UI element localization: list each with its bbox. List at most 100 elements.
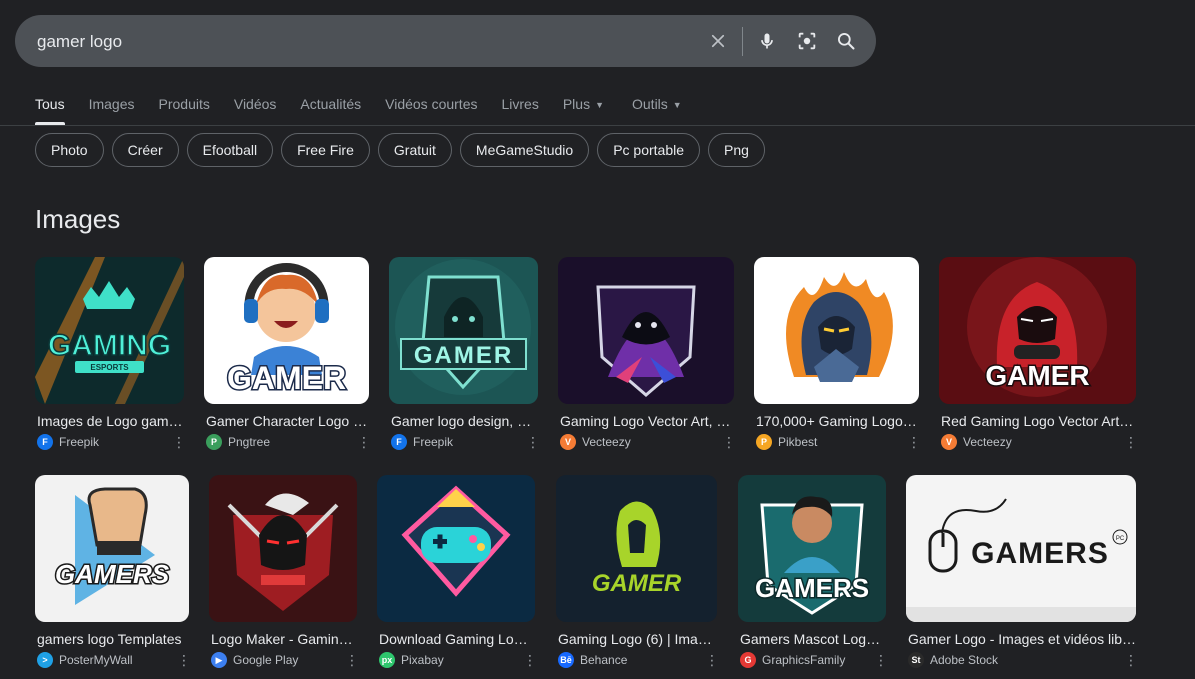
image-result[interactable]: GAMER Red Gaming Logo Vector Art, Icons … <box>939 257 1138 451</box>
image-result[interactable]: GAMING ESPORTS Images de Logo gaming | T… <box>35 257 186 451</box>
image-title[interactable]: Red Gaming Logo Vector Art, Icons <box>941 413 1136 429</box>
image-source[interactable]: Behance <box>580 653 705 667</box>
search-bar[interactable] <box>15 15 876 69</box>
more-vert-icon[interactable]: ⋮ <box>172 435 186 449</box>
chip[interactable]: Gratuit <box>377 133 452 167</box>
image-title[interactable]: Gaming Logo (6) | Images :: Behance <box>558 631 717 647</box>
more-vert-icon[interactable]: ⋮ <box>177 653 191 667</box>
more-vert-icon[interactable]: ⋮ <box>357 435 371 449</box>
more-vert-icon[interactable]: ⋮ <box>1124 653 1138 667</box>
image-result[interactable]: Gaming Logo Vector Art, Icons V Vecteezy… <box>558 257 736 451</box>
image-title[interactable]: Gaming Logo Vector Art, Icons <box>560 413 734 429</box>
image-result[interactable]: GAMER Gamer Character Logo Vector P Pngt… <box>204 257 371 451</box>
source-favicon: P <box>206 434 222 450</box>
search-icon[interactable] <box>834 29 858 53</box>
camera-lens-icon[interactable] <box>795 29 819 53</box>
image-title[interactable]: 170,000+ Gaming Logo Templates <box>756 413 919 429</box>
image-result[interactable]: GAMERS Gamers Mascot Logo Design G Graph… <box>738 475 888 669</box>
source-favicon: V <box>560 434 576 450</box>
image-source[interactable]: Adobe Stock <box>930 653 1124 667</box>
chip[interactable]: Png <box>708 133 765 167</box>
refinement-chips: Photo Créer Efootball Free Fire Gratuit … <box>35 133 773 167</box>
thumb-text: GAMERS <box>755 573 869 603</box>
more-vert-icon[interactable]: ⋮ <box>874 653 888 667</box>
image-thumbnail[interactable]: GAMERS PC <box>906 475 1136 622</box>
image-result[interactable]: GAMER Gaming Logo (6) | Images :: Behanc… <box>556 475 719 669</box>
image-result[interactable]: Logo Maker - Gaming Logo Creator ▶ Googl… <box>209 475 359 669</box>
image-result[interactable]: GAMER Gamer logo design, Gaming logo F F… <box>389 257 540 451</box>
image-title[interactable]: Logo Maker - Gaming Logo Creator <box>211 631 357 647</box>
image-thumbnail[interactable] <box>754 257 919 404</box>
tab-books[interactable]: Livres <box>501 96 538 125</box>
more-vert-icon[interactable]: ⋮ <box>523 653 537 667</box>
tab-short-videos[interactable]: Vidéos courtes <box>385 96 477 125</box>
chip[interactable]: Efootball <box>186 133 274 167</box>
clear-icon[interactable] <box>706 29 730 53</box>
chip[interactable]: Pc portable <box>597 133 701 167</box>
tab-products[interactable]: Produits <box>159 96 210 125</box>
thumb-text: GAMER <box>227 360 346 396</box>
source-favicon: Bē <box>558 652 574 668</box>
image-source[interactable]: Vecteezy <box>963 435 1124 449</box>
tab-label: Plus <box>562 96 591 112</box>
microphone-icon[interactable] <box>755 29 779 53</box>
image-source[interactable]: Freepik <box>413 435 526 449</box>
image-source[interactable]: Vecteezy <box>582 435 722 449</box>
image-title[interactable]: Download Gaming Logo Game <box>379 631 535 647</box>
image-source[interactable]: Pngtree <box>228 435 357 449</box>
image-thumbnail[interactable]: GAMER <box>556 475 717 622</box>
more-vert-icon[interactable]: ⋮ <box>907 435 921 449</box>
image-title[interactable]: Gamer logo design, Gaming logo <box>391 413 538 429</box>
image-source[interactable]: Freepik <box>59 435 172 449</box>
image-source[interactable]: Google Play <box>233 653 345 667</box>
image-result[interactable]: 170,000+ Gaming Logo Templates P Pikbest… <box>754 257 921 451</box>
image-title[interactable]: Images de Logo gaming | Téléchargement <box>37 413 184 429</box>
image-thumbnail[interactable] <box>209 475 357 622</box>
tab-all[interactable]: Tous <box>35 96 65 125</box>
search-divider <box>742 27 743 56</box>
image-title[interactable]: Gamers Mascot Logo Design <box>740 631 886 647</box>
tab-tools[interactable]: Outils ▼ <box>632 96 682 125</box>
more-vert-icon[interactable]: ⋮ <box>345 653 359 667</box>
tab-more[interactable]: Plus ▼ <box>563 96 604 125</box>
image-thumbnail[interactable]: GAMERS <box>35 475 189 622</box>
source-favicon: G <box>740 652 756 668</box>
tab-label: Livres <box>501 96 539 112</box>
chip[interactable]: Photo <box>35 133 104 167</box>
thumb-text: GAMERS <box>55 559 170 589</box>
image-source[interactable]: Pikbest <box>778 435 907 449</box>
thumb-text: GAMER <box>985 360 1089 391</box>
tab-news[interactable]: Actualités <box>300 96 361 125</box>
image-thumbnail[interactable]: GAMER <box>389 257 538 404</box>
chip[interactable]: Créer <box>111 133 179 167</box>
source-favicon: V <box>941 434 957 450</box>
tabs-divider <box>0 125 1195 126</box>
image-result[interactable]: Download Gaming Logo Game px Pixabay ⋮ <box>377 475 537 669</box>
more-vert-icon[interactable]: ⋮ <box>1124 435 1138 449</box>
more-vert-icon[interactable]: ⋮ <box>526 435 540 449</box>
source-favicon: > <box>37 652 53 668</box>
image-thumbnail[interactable] <box>558 257 734 404</box>
image-title[interactable]: Gamer Logo - Images et vidéos libres de … <box>908 631 1136 647</box>
image-source[interactable]: GraphicsFamily <box>762 653 874 667</box>
image-thumbnail[interactable] <box>377 475 535 622</box>
source-favicon: px <box>379 652 395 668</box>
image-result[interactable]: GAMERS gamers logo Templates > PosterMyW… <box>35 475 191 669</box>
image-result[interactable]: GAMERS PC Gamer Logo - Images et vidéos … <box>906 475 1138 669</box>
image-thumbnail[interactable]: GAMING ESPORTS <box>35 257 184 404</box>
more-vert-icon[interactable]: ⋮ <box>722 435 736 449</box>
image-source[interactable]: Pixabay <box>401 653 523 667</box>
more-vert-icon[interactable]: ⋮ <box>705 653 719 667</box>
image-source[interactable]: PosterMyWall <box>59 653 177 667</box>
image-title[interactable]: Gamer Character Logo Vector <box>206 413 369 429</box>
image-thumbnail[interactable]: GAMERS <box>738 475 886 622</box>
image-thumbnail[interactable]: GAMER <box>939 257 1136 404</box>
image-thumbnail[interactable]: GAMER <box>204 257 369 404</box>
image-title[interactable]: gamers logo Templates <box>37 631 189 647</box>
tab-label: Actualités <box>300 96 362 112</box>
chip[interactable]: MeGameStudio <box>459 133 590 167</box>
chip[interactable]: Free Fire <box>281 133 370 167</box>
tab-videos[interactable]: Vidéos <box>234 96 277 125</box>
search-input[interactable] <box>35 15 679 69</box>
tab-images[interactable]: Images <box>89 96 135 125</box>
